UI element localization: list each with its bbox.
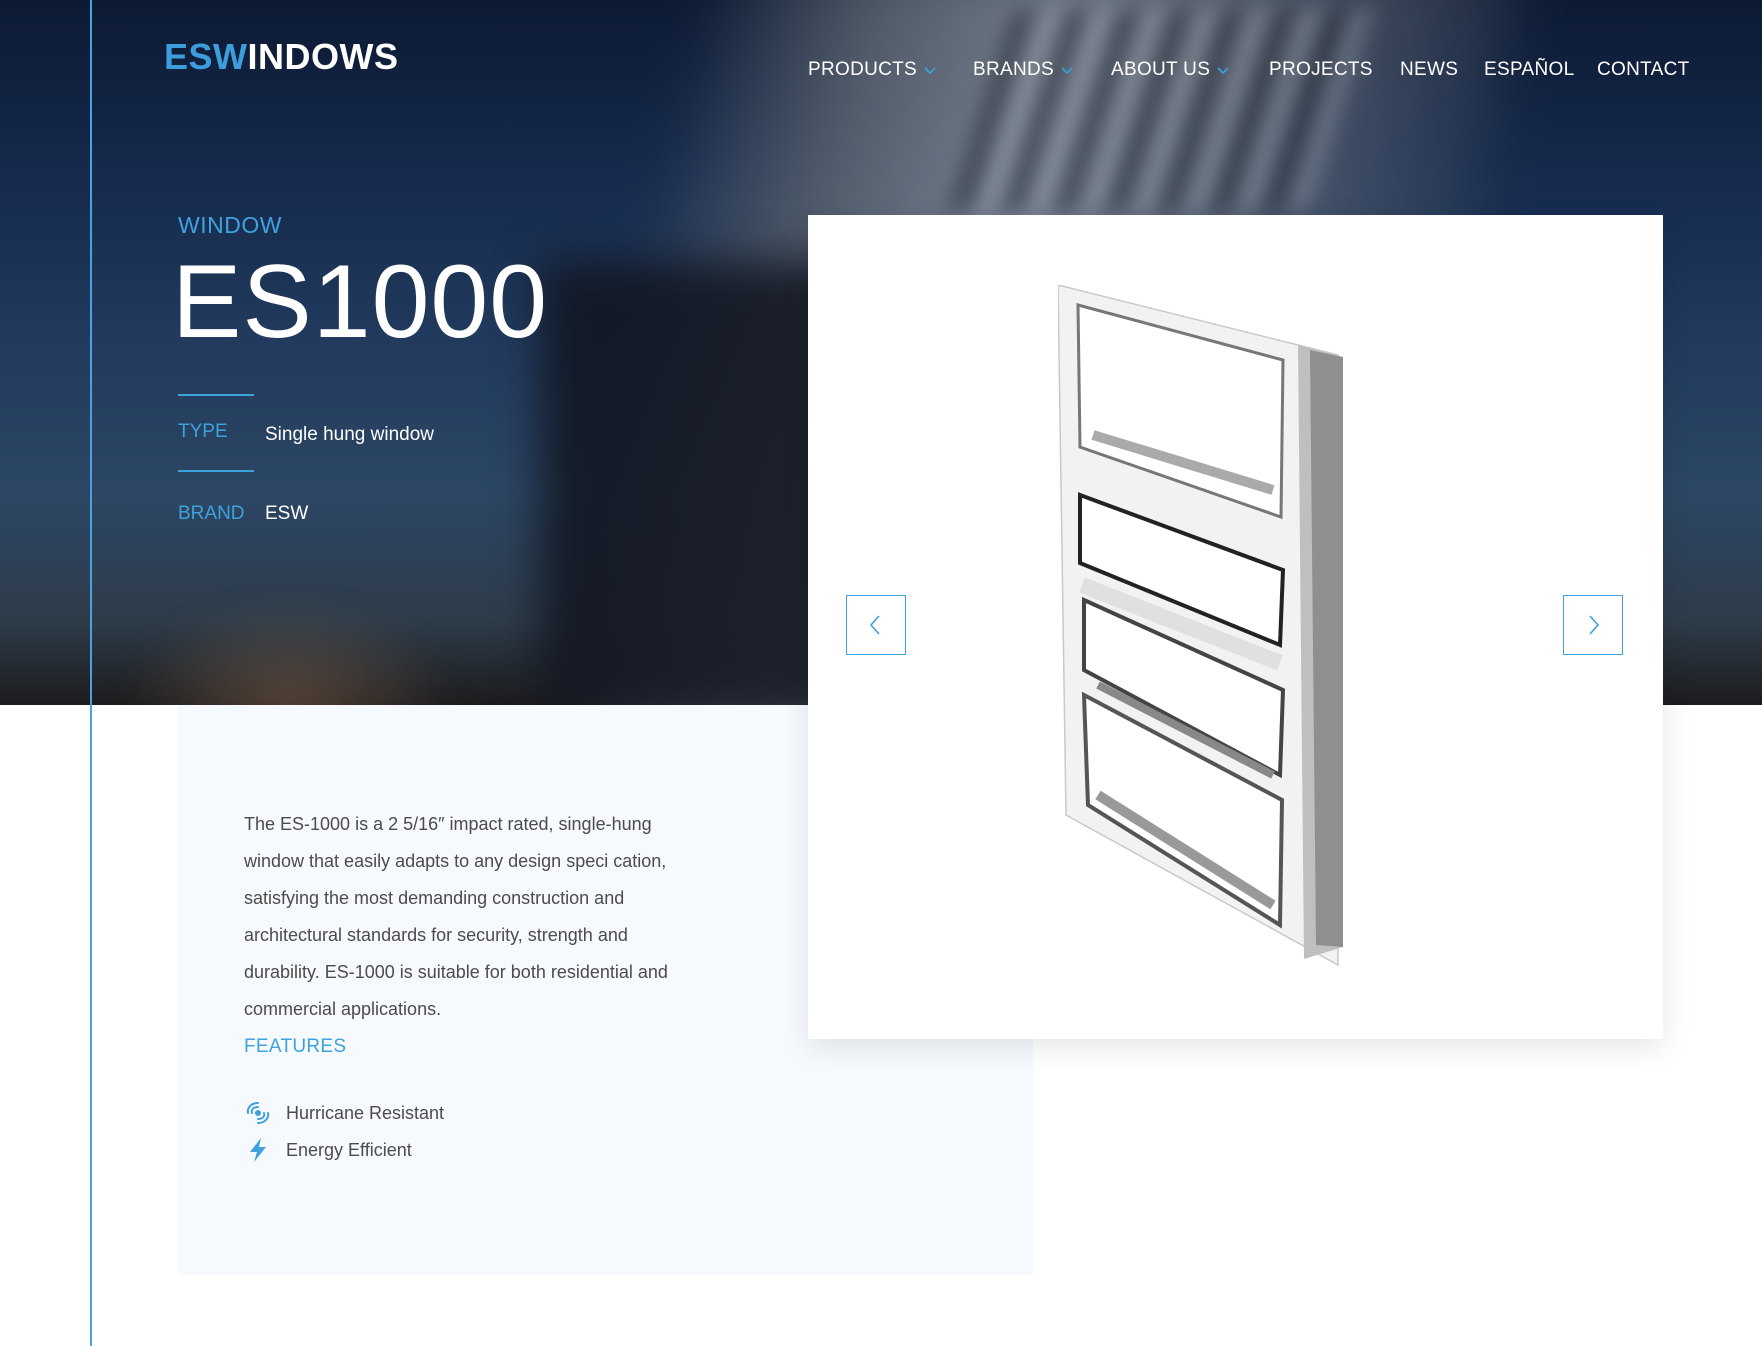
nav-item-news[interactable]: NEWS bbox=[1400, 58, 1458, 82]
spec-brand-value: ESW bbox=[265, 503, 309, 524]
chevron-down-icon bbox=[1061, 67, 1073, 75]
nav-item-label: CONTACT bbox=[1597, 59, 1690, 80]
nav-item-contact[interactable]: CONTACT bbox=[1597, 58, 1690, 82]
chevron-down-icon bbox=[924, 67, 936, 75]
nav-item-label: ESPAÑOL bbox=[1484, 59, 1575, 80]
chevron-down-icon bbox=[1217, 67, 1229, 75]
feature-label: Hurricane Resistant bbox=[286, 1102, 445, 1123]
single-hung-window-image bbox=[1058, 285, 1343, 967]
spec-brand-label: BRAND bbox=[178, 503, 245, 524]
features-title: FEATURES bbox=[244, 1036, 347, 1057]
feature-item: Energy Efficient bbox=[244, 1135, 412, 1165]
nav-item-label: PROJECTS bbox=[1269, 59, 1373, 80]
nav-item-products[interactable]: PRODUCTS bbox=[808, 58, 937, 82]
product-description: The ES-1000 is a 2 5/16″ impact rated, s… bbox=[244, 814, 668, 1019]
product-model-title: ES1000 bbox=[172, 244, 549, 360]
nav-item-label: BRANDS bbox=[973, 59, 1054, 80]
divider bbox=[178, 470, 254, 472]
feature-item: Hurricane Resistant bbox=[244, 1098, 444, 1128]
nav-item-label: ABOUT US bbox=[1111, 59, 1211, 80]
nav-item-label: NEWS bbox=[1400, 59, 1459, 80]
product-category: WINDOW bbox=[178, 212, 282, 238]
chevron-left-icon bbox=[869, 615, 880, 635]
accent-vertical-line bbox=[90, 0, 92, 1346]
feature-label: Energy Efficient bbox=[286, 1139, 412, 1160]
divider bbox=[178, 394, 254, 396]
product-image-card bbox=[808, 215, 1663, 1039]
nav-item-about-us[interactable]: ABOUT US bbox=[1111, 58, 1230, 82]
hurricane-icon bbox=[246, 1102, 270, 1124]
main-nav: PRODUCTS BRANDS ABOUT US PROJECTS NEWS E… bbox=[0, 58, 1762, 82]
chevron-right-icon bbox=[1589, 615, 1600, 635]
nav-item-label: PRODUCTS bbox=[808, 59, 918, 80]
nav-item-brands[interactable]: BRANDS bbox=[973, 58, 1074, 82]
nav-item-projects[interactable]: PROJECTS bbox=[1269, 58, 1373, 82]
gallery-prev-button[interactable] bbox=[846, 595, 906, 655]
spec-type-value: Single hung window bbox=[265, 424, 435, 445]
gallery-next-button[interactable] bbox=[1563, 595, 1623, 655]
nav-item-espanol[interactable]: ESPAÑOL bbox=[1484, 58, 1574, 82]
spec-type-label: TYPE bbox=[178, 421, 228, 442]
lightning-icon bbox=[250, 1138, 266, 1162]
